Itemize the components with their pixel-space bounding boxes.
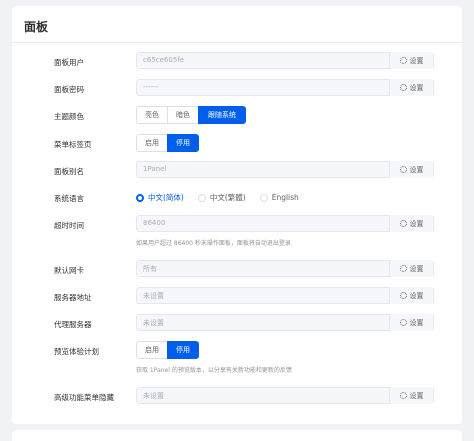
set-button-label: 设置 [409, 318, 424, 327]
gear-icon [399, 84, 407, 91]
panel-user-value: c65ce605fe [143, 56, 185, 64]
gear-icon [399, 57, 407, 64]
panel-password-field: ------ 设置 [136, 79, 434, 96]
gear-icon [399, 166, 407, 173]
language-radio-group: 中文(简体) 中文(繁體) English [136, 192, 313, 203]
gear-icon [399, 392, 407, 399]
preview-program-label: 预览体验计划 [54, 347, 99, 356]
server-address-label: 服务器地址 [54, 293, 92, 302]
preview-enable-button[interactable]: 启用 [136, 341, 168, 359]
hidden-menu-value: 未设置 [143, 392, 164, 400]
gear-icon [399, 319, 407, 326]
language-zh-cn-label: 中文(简体) [148, 193, 184, 202]
nic-field: 所有 设置 [136, 260, 434, 277]
menu-tabs-label: 菜单标签页 [54, 140, 92, 149]
set-button-label: 设置 [409, 56, 424, 65]
proxy-label: 代理服务器 [54, 320, 92, 329]
language-en-radio[interactable]: English [259, 193, 299, 202]
preview-program-hint: 获取 1Panel 的预览版本，以分享有关新功能和更新的反馈 [136, 367, 292, 374]
hidden-menu-set-button[interactable]: 设置 [389, 387, 433, 404]
radio-unchecked-icon [197, 193, 206, 202]
server-address-field: 未设置 设置 [136, 287, 434, 304]
alias-value: 1Panel [143, 165, 167, 173]
alias-set-button[interactable]: 设置 [389, 161, 433, 178]
timeout-value: 86400 [143, 219, 166, 227]
panel-user-label: 面板用户 [54, 58, 84, 67]
server-address-value: 未设置 [143, 292, 164, 300]
theme-label: 主题颜色 [54, 112, 84, 121]
set-button-label: 设置 [409, 264, 424, 273]
alias-field: 1Panel 设置 [136, 161, 434, 178]
timeout-label: 超时时间 [54, 221, 84, 230]
alias-label: 面板别名 [54, 167, 84, 176]
panel-user-field: c65ce605fe 设置 [136, 52, 434, 69]
set-button-label: 设置 [409, 165, 424, 174]
theme-dark-button[interactable]: 暗色 [167, 106, 199, 124]
theme-system-button[interactable]: 跟随系统 [198, 106, 246, 124]
panel-password-label: 面板密码 [54, 85, 84, 94]
proxy-set-button[interactable]: 设置 [389, 314, 433, 331]
language-zh-tw-radio[interactable]: 中文(繁體) [197, 192, 246, 203]
menu-tabs-enable-button[interactable]: 启用 [136, 134, 168, 152]
hidden-menu-label: 高级功能菜单隐藏 [54, 393, 114, 402]
gear-icon [399, 265, 407, 272]
card-title: 面板 [24, 20, 49, 34]
set-button-label: 设置 [409, 83, 424, 92]
nic-value: 所有 [143, 265, 157, 273]
preview-program-segmented: 启用 停用 [136, 341, 199, 359]
title-divider [12, 42, 462, 43]
panel-password-set-button[interactable]: 设置 [389, 79, 433, 96]
timeout-field: 86400 设置 [136, 215, 434, 232]
radio-checked-icon [136, 193, 144, 202]
nic-label: 默认网卡 [54, 266, 84, 275]
language-en-label: English [271, 193, 299, 202]
panel-settings-card: 面板 面板用户 c65ce605fe 设置 面板密码 ------ 设置 主题颜… [12, 6, 462, 424]
timeout-hint: 如果用户超过 86400 秒未操作面板，面板将自动退出登录 [136, 240, 291, 247]
gear-icon [399, 220, 407, 227]
panel-password-value: ------ [143, 83, 159, 91]
next-card-edge [12, 430, 462, 441]
proxy-field: 未设置 设置 [136, 314, 434, 331]
set-button-label: 设置 [409, 219, 424, 228]
hidden-menu-field: 未设置 设置 [136, 387, 434, 404]
language-zh-cn-radio[interactable]: 中文(简体) [136, 192, 184, 203]
menu-tabs-disable-button[interactable]: 停用 [167, 134, 199, 152]
server-address-set-button[interactable]: 设置 [389, 287, 433, 304]
set-button-label: 设置 [409, 391, 424, 400]
preview-disable-button[interactable]: 停用 [167, 341, 199, 359]
language-label: 系统语言 [54, 194, 84, 203]
radio-unchecked-icon [259, 193, 268, 202]
menu-tabs-segmented: 启用 停用 [136, 134, 199, 152]
language-zh-tw-label: 中文(繁體) [209, 193, 246, 202]
theme-segmented: 亮色 暗色 跟随系统 [136, 106, 246, 124]
set-button-label: 设置 [409, 291, 424, 300]
timeout-set-button[interactable]: 设置 [389, 215, 433, 232]
gear-icon [399, 292, 407, 299]
proxy-value: 未设置 [143, 319, 164, 327]
nic-set-button[interactable]: 设置 [389, 260, 433, 277]
panel-user-set-button[interactable]: 设置 [389, 52, 433, 69]
theme-light-button[interactable]: 亮色 [136, 106, 168, 124]
